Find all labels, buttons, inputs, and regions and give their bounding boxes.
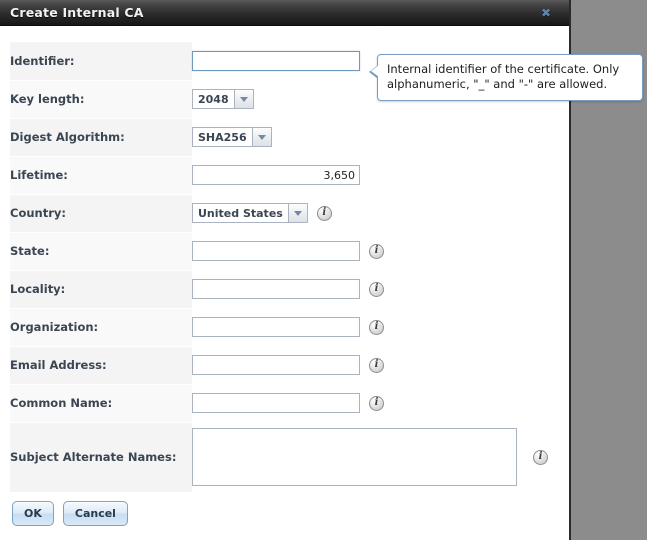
info-icon[interactable]: i: [369, 319, 384, 335]
form-row: Organization: i: [10, 308, 560, 347]
select-value: United States: [192, 203, 289, 224]
field-cell: i: [192, 308, 560, 346]
select-value: SHA256: [192, 127, 253, 148]
field-label: Identifier:: [10, 42, 192, 81]
form-row: Lifetime:: [10, 156, 560, 195]
chevron-down-icon[interactable]: [288, 203, 308, 224]
input-organization[interactable]: [192, 317, 360, 338]
input-state[interactable]: [192, 241, 360, 262]
textarea-subject-alternate-names[interactable]: [192, 428, 517, 486]
input-email-address[interactable]: [192, 355, 360, 376]
field-cell: i: [192, 346, 560, 384]
cancel-button[interactable]: Cancel: [62, 501, 128, 526]
identifier-tooltip: Internal identifier of the certificate. …: [369, 54, 643, 101]
field-label: Subject Alternate Names:: [10, 422, 192, 493]
field-label: Lifetime:: [10, 156, 192, 195]
field-label: Digest Algorithm:: [10, 118, 192, 157]
input-locality[interactable]: [192, 279, 360, 300]
field-label: Key length:: [10, 80, 192, 119]
dialog-footer: OK Cancel: [12, 501, 128, 526]
field-cell: i: [192, 422, 560, 492]
dialog-title: Create Internal CA: [10, 5, 144, 20]
field-label: Organization:: [10, 308, 192, 347]
form-row: Country: United States i: [10, 194, 560, 233]
input-lifetime[interactable]: [192, 165, 360, 186]
field-cell: [192, 156, 560, 194]
select-key-length[interactable]: 2048: [192, 89, 254, 110]
field-cell: i: [192, 270, 560, 308]
form-row: Locality: i: [10, 270, 560, 309]
chevron-down-icon[interactable]: [252, 127, 272, 148]
field-cell: SHA256: [192, 118, 560, 156]
info-icon[interactable]: i: [369, 395, 384, 411]
field-label: Country:: [10, 194, 192, 233]
field-cell: i: [192, 384, 560, 422]
tooltip-text: Internal identifier of the certificate. …: [387, 62, 620, 91]
info-icon[interactable]: i: [533, 449, 548, 465]
field-label: Email Address:: [10, 346, 192, 385]
close-icon[interactable]: ✖: [537, 4, 555, 22]
ok-button[interactable]: OK: [12, 501, 54, 526]
input-identifier[interactable]: [192, 51, 360, 72]
select-country[interactable]: United States: [192, 203, 308, 224]
field-cell: i: [192, 232, 560, 270]
info-icon[interactable]: i: [369, 281, 384, 297]
form-row: State: i: [10, 232, 560, 271]
field-label: Locality:: [10, 270, 192, 309]
info-icon[interactable]: i: [316, 205, 332, 221]
field-label: Common Name:: [10, 384, 192, 423]
tooltip-pointer-inner: [371, 65, 379, 77]
form-row: Common Name: i: [10, 384, 560, 423]
form-row: Email Address: i: [10, 346, 560, 385]
info-icon[interactable]: i: [369, 243, 384, 259]
form-row: Subject Alternate Names: i: [10, 422, 560, 493]
info-icon[interactable]: i: [369, 357, 384, 373]
input-common-name[interactable]: [192, 393, 360, 414]
form-row: Digest Algorithm: SHA256: [10, 118, 560, 157]
field-cell: United States i: [192, 194, 560, 232]
select-value: 2048: [192, 89, 235, 110]
create-internal-ca-dialog: Create Internal CA ✖ Identifier: Key leng…: [0, 0, 643, 540]
field-label: State:: [10, 232, 192, 271]
dialog-titlebar: Create Internal CA ✖: [0, 0, 569, 26]
chevron-down-icon[interactable]: [234, 89, 254, 110]
ca-form-table: Identifier: Key length: 2048 Digest Algorit…: [10, 42, 560, 493]
select-digest-algorithm[interactable]: SHA256: [192, 127, 272, 148]
